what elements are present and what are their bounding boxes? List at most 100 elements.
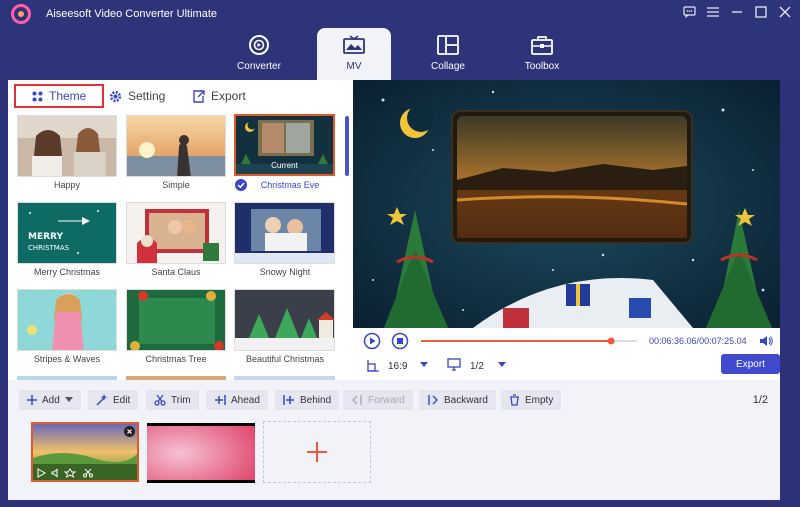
theme-thumb-happy[interactable]: [17, 115, 117, 177]
theme-thumb-snowy-night[interactable]: [234, 202, 335, 264]
edit-label: Edit: [113, 394, 131, 406]
clip-page-total: 2: [761, 394, 768, 406]
scissors-icon: [154, 394, 166, 406]
theme-thumb-beautiful-christmas[interactable]: [234, 289, 335, 351]
clip-thumbnail-2[interactable]: [147, 423, 255, 483]
tab-setting[interactable]: Setting: [109, 84, 165, 108]
theme-label: Snowy Night: [259, 267, 311, 277]
time-readout: 00:06:36.06/00:07:25.04: [649, 336, 747, 346]
tab-export[interactable]: Export: [192, 84, 246, 108]
theme-grid: Happy Simple Current Christmas Eve MERRY…: [8, 114, 353, 380]
theme-label: Christmas Tree: [145, 354, 207, 364]
theme-label: Simple: [162, 180, 190, 190]
theme-thumb-christmas-tree[interactable]: [126, 289, 226, 351]
insert-ahead-icon: [215, 395, 226, 405]
aspect-ratio-dropdown-icon[interactable]: [419, 361, 429, 369]
behind-button[interactable]: Behind: [275, 390, 340, 410]
theme-label: Stripes & Waves: [33, 354, 101, 364]
theme-label: Happy: [53, 180, 80, 190]
backward-button[interactable]: Backward: [419, 390, 496, 410]
behind-label: Behind: [300, 394, 332, 406]
theme-thumb-simple[interactable]: [126, 115, 226, 177]
tab-theme[interactable]: Theme: [14, 84, 104, 108]
clip-toolbar: Add Edit Trim Ahead Behind Forward Backw…: [8, 380, 780, 500]
tab-collage[interactable]: Collage: [411, 28, 485, 80]
tab-setting-label: Setting: [128, 89, 166, 103]
stop-icon[interactable]: [391, 332, 409, 350]
progress-handle[interactable]: [607, 337, 615, 345]
tab-collage-label: Collage: [431, 61, 465, 72]
forward-label: Forward: [368, 394, 405, 406]
page-dropdown-icon[interactable]: [497, 361, 507, 369]
chevron-down-icon: [64, 397, 73, 402]
collage-icon: [437, 32, 459, 58]
trim-button[interactable]: Trim: [146, 390, 199, 410]
theme-scrollbar[interactable]: [345, 116, 349, 176]
theme-thumb-merry-christmas[interactable]: MERRY CHRISTMAS: [17, 202, 117, 264]
add-clip-button[interactable]: [263, 421, 371, 483]
video-preview: [353, 80, 780, 328]
svg-text:CHRISTMAS: CHRISTMAS: [28, 244, 70, 252]
maximize-icon[interactable]: [754, 5, 768, 19]
app-logo-icon: [11, 4, 31, 24]
minimize-icon[interactable]: [730, 5, 744, 19]
forward-icon: [352, 395, 362, 405]
mv-icon: [343, 32, 365, 58]
tab-toolbox[interactable]: Toolbox: [505, 28, 579, 80]
total-time: 00:07:25.04: [699, 336, 747, 346]
export-button[interactable]: Export: [721, 354, 780, 374]
clip-actions: [37, 468, 93, 478]
theme-label: Beautiful Christmas: [245, 354, 325, 364]
ahead-label: Ahead: [231, 394, 260, 406]
empty-label: Empty: [525, 394, 554, 406]
tab-mv-label: MV: [346, 61, 362, 72]
playback-controls: 00:06:36.06/00:07:25.04 16:9 1/2 Export: [353, 328, 780, 380]
theme-thumb-santa-claus[interactable]: [126, 202, 226, 264]
add-label: Add: [42, 394, 60, 406]
theme-label: Santa Claus: [151, 267, 201, 277]
tab-theme-label: Theme: [49, 89, 87, 103]
plus-icon: [307, 442, 327, 462]
edit-button[interactable]: Edit: [88, 390, 139, 410]
clip-page-count: 1/2: [752, 394, 768, 406]
converter-icon: [248, 32, 270, 58]
insert-behind-icon: [283, 395, 294, 405]
feedback-icon[interactable]: [682, 5, 696, 19]
progress-bar[interactable]: [421, 336, 637, 346]
theme-thumb-christmas-eve[interactable]: Current: [234, 114, 335, 176]
ahead-button[interactable]: Ahead: [206, 390, 268, 410]
empty-button[interactable]: Empty: [501, 390, 562, 410]
svg-text:MERRY: MERRY: [28, 232, 63, 242]
window-controls: [682, 5, 792, 19]
gear-icon: [109, 90, 122, 102]
current-time: 00:06:36.06: [649, 336, 697, 346]
remove-clip-icon[interactable]: [124, 426, 135, 437]
backward-icon: [428, 395, 438, 405]
aspect-ratio-icon: [367, 360, 379, 372]
add-button[interactable]: Add: [19, 390, 81, 410]
current-badge: Current: [271, 161, 298, 170]
theme-thumb-stripes-waves[interactable]: [17, 289, 117, 351]
backward-label: Backward: [444, 394, 488, 406]
tab-mv[interactable]: MV: [317, 28, 391, 80]
tab-converter[interactable]: Converter: [222, 28, 296, 80]
volume-icon[interactable]: [759, 335, 773, 347]
toolbox-icon: [531, 32, 553, 58]
theme-grid-icon: [32, 91, 43, 101]
title-bar: Aiseesoft Video Converter Ultimate Conve…: [0, 0, 800, 80]
monitor-icon: [447, 358, 461, 371]
export-icon: [193, 89, 205, 103]
tab-export-label: Export: [211, 89, 246, 103]
tab-converter-label: Converter: [237, 61, 281, 72]
app-title: Aiseesoft Video Converter Ultimate: [46, 8, 217, 20]
play-icon[interactable]: [363, 332, 381, 350]
trim-label: Trim: [171, 394, 191, 406]
aspect-ratio-value: 16:9: [388, 361, 408, 372]
close-icon[interactable]: [778, 5, 792, 19]
forward-button[interactable]: Forward: [343, 390, 413, 410]
menu-icon[interactable]: [706, 5, 720, 19]
clip-thumbnail-1[interactable]: [31, 422, 139, 482]
theme-panel: Theme Setting Export Happy Simple Curren…: [8, 80, 353, 380]
progress-fill: [421, 340, 612, 342]
plus-icon: [27, 395, 37, 405]
